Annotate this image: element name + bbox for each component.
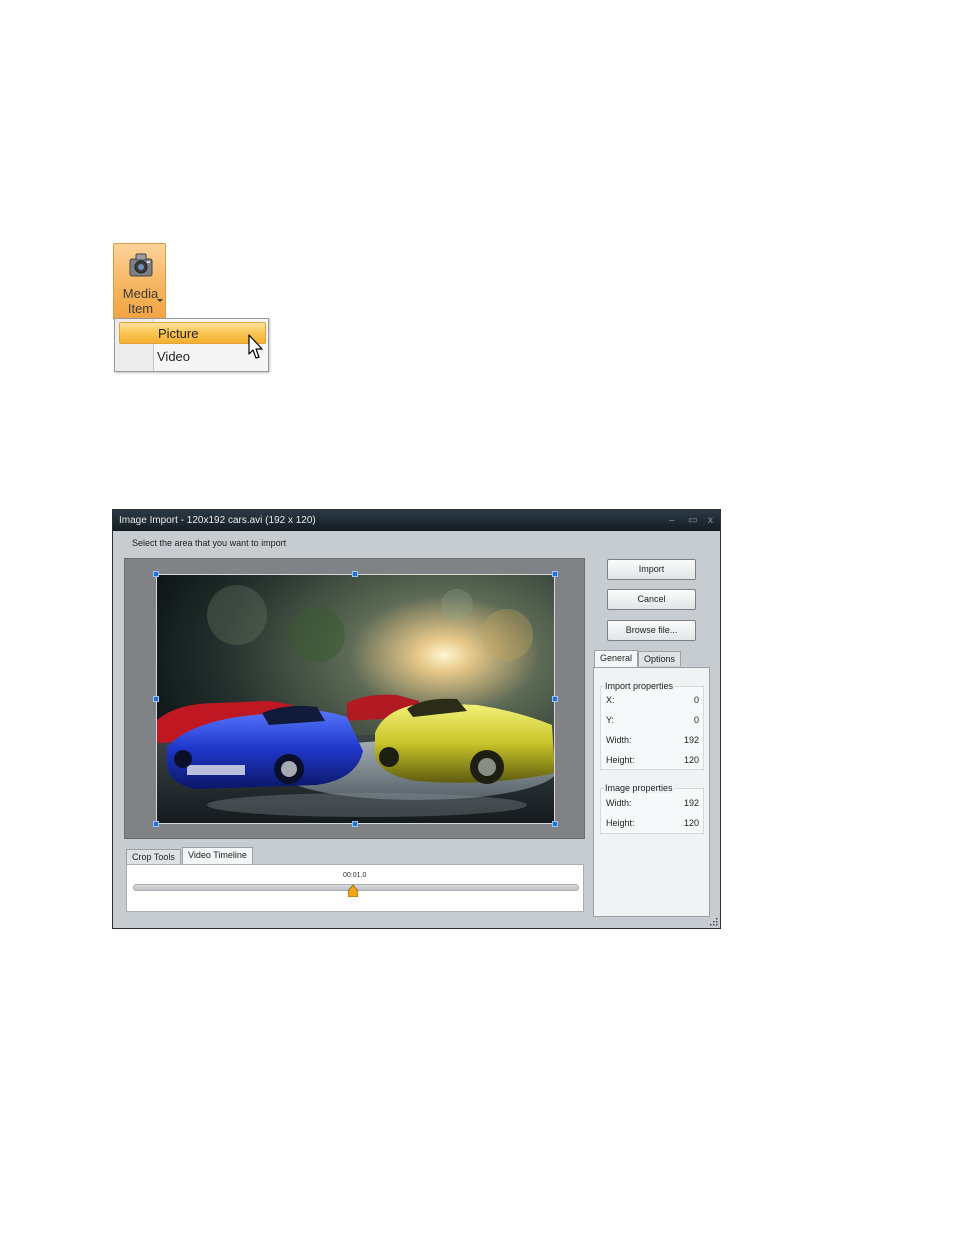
maximize-button[interactable]: ▭ (688, 510, 697, 531)
import-height-label: Height: (606, 755, 635, 765)
preview-area (124, 558, 585, 839)
tab-video-timeline[interactable]: Video Timeline (182, 847, 253, 864)
crop-handle-top-right[interactable] (552, 571, 558, 577)
image-width-value: 192 (683, 798, 699, 808)
crop-handle-bottom[interactable] (352, 821, 358, 827)
import-width-value: 192 (683, 735, 699, 745)
import-width-label: Width: (606, 735, 632, 745)
crop-handle-right[interactable] (552, 696, 558, 702)
import-height-value: 120 (683, 755, 699, 765)
import-x-value: 0 (693, 695, 699, 705)
close-button[interactable]: x (708, 510, 713, 531)
resize-grip-icon[interactable] (709, 917, 718, 926)
crop-handle-top[interactable] (352, 571, 358, 577)
menu-item-picture[interactable]: Picture (119, 322, 266, 344)
image-properties-group: Image properties Width: 192 Height: 120 (600, 783, 704, 834)
video-frame-image[interactable] (156, 574, 555, 824)
media-item-label-line2: Item (127, 301, 154, 316)
timeline-time-label: 00:01.0 (343, 872, 367, 879)
crop-handle-top-left[interactable] (153, 571, 159, 577)
image-height-label: Height: (606, 818, 635, 828)
media-item-button[interactable]: Media Item (113, 243, 166, 320)
import-properties-group: Import properties X: 0 Y: 0 Width: 192 H… (600, 681, 704, 770)
crop-handle-bottom-left[interactable] (153, 821, 159, 827)
video-timeline-panel: 00:01.0 (126, 864, 584, 912)
cancel-button[interactable]: Cancel (607, 589, 696, 610)
tab-crop-tools[interactable]: Crop Tools (126, 849, 181, 864)
dialog-titlebar[interactable]: Image Import - 120x192 cars.avi (192 x 1… (113, 510, 720, 531)
mouse-pointer-icon (248, 334, 263, 359)
image-properties-title: Image properties (604, 783, 674, 793)
media-item-menu: Picture Video (114, 318, 269, 372)
instruction-text: Select the area that you want to import (132, 538, 287, 548)
cars-photo (157, 575, 554, 823)
crop-handle-left[interactable] (153, 696, 159, 702)
camera-icon (129, 253, 153, 277)
tab-options[interactable]: Options (638, 651, 682, 666)
image-width-label: Width: (606, 798, 632, 808)
menu-item-video[interactable]: Video (119, 346, 266, 368)
import-y-value: 0 (693, 715, 699, 725)
tab-general[interactable]: General (594, 650, 639, 667)
dialog-title: Image Import - 120x192 cars.avi (192 x 1… (119, 515, 316, 526)
minimize-button[interactable]: – (669, 510, 675, 531)
import-properties-title: Import properties (604, 681, 675, 691)
crop-handle-bottom-right[interactable] (552, 821, 558, 827)
import-y-label: Y: (606, 715, 615, 725)
import-button[interactable]: Import (607, 559, 696, 580)
timeline-thumb[interactable] (348, 885, 358, 897)
general-properties-panel: Import properties X: 0 Y: 0 Width: 192 H… (593, 667, 710, 917)
dropdown-arrow-icon[interactable] (157, 299, 163, 302)
import-x-label: X: (606, 695, 615, 705)
image-height-value: 120 (683, 818, 699, 828)
browse-file-button[interactable]: Browse file... (607, 620, 696, 641)
image-import-dialog: Image Import - 120x192 cars.avi (192 x 1… (112, 509, 721, 929)
